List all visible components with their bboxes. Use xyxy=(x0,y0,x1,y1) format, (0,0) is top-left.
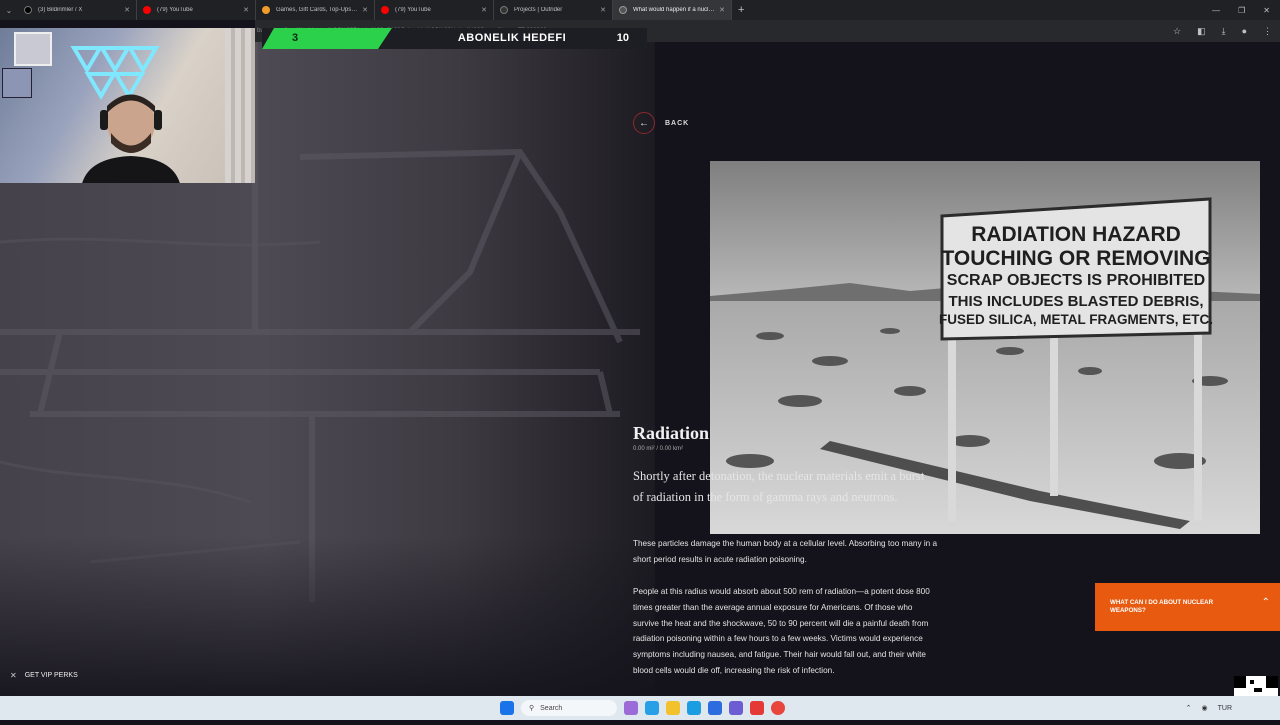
curtain xyxy=(225,28,255,183)
taskbar-search[interactable]: ⚲ Search xyxy=(521,700,617,716)
wall-frame xyxy=(2,68,32,98)
back-label: BACK xyxy=(665,119,690,127)
webcam-overlay xyxy=(0,28,255,183)
nuclear-weapons-cta[interactable]: WHAT CAN I DO ABOUT NUCLEAR WEAPONS? ⌃ xyxy=(1095,583,1280,631)
cta-label: WHAT CAN I DO ABOUT NUCLEAR WEAPONS? xyxy=(1110,599,1214,614)
close-tab-icon[interactable]: ✕ xyxy=(719,6,725,14)
sign-line-4: THIS INCLUDES BLASTED DEBRIS, xyxy=(948,293,1203,310)
tab-label: (3) Bildirimler / X xyxy=(38,7,83,13)
back-button[interactable]: ← BACK xyxy=(633,112,689,134)
file-explorer-icon[interactable] xyxy=(666,701,680,715)
goal-label: ABONELIK HEDEFI xyxy=(457,32,567,44)
toolbar-icons: ☆ ◧ ⤓ ● ⋮ xyxy=(1173,20,1272,42)
wall-poster xyxy=(14,32,52,66)
tab-label: What would happen if a nuclear... xyxy=(633,7,716,13)
close-window-icon[interactable]: ✕ xyxy=(1263,6,1270,15)
tab-label: (79) YouTube xyxy=(395,7,431,13)
window-controls: — ❐ ✕ xyxy=(1212,0,1270,20)
search-icon: ⚲ xyxy=(529,705,535,712)
taskbar-center: ⚲ Search xyxy=(500,696,785,720)
chevron-up-icon[interactable]: ⌃ xyxy=(1186,704,1192,712)
close-tab-icon[interactable]: ✕ xyxy=(124,6,130,14)
windows-start-icon[interactable] xyxy=(500,701,514,715)
map-bottom-fade xyxy=(0,536,655,696)
close-tab-icon[interactable]: ✕ xyxy=(600,6,606,14)
close-tab-icon[interactable]: ✕ xyxy=(362,6,368,14)
outrider-favicon-icon xyxy=(500,6,508,14)
store-favicon-icon xyxy=(262,6,270,14)
youtube-favicon-icon xyxy=(381,6,389,14)
goal-current-count: 3 xyxy=(292,32,299,44)
app-icon[interactable] xyxy=(750,701,764,715)
store-icon[interactable] xyxy=(708,701,722,715)
section-area-stat: 0.00 mi² / 0.00 km² xyxy=(633,446,684,452)
vip-perks-button[interactable]: ✕ GET VIP PERKS xyxy=(10,671,78,680)
vip-perks-label: GET VIP PERKS xyxy=(24,672,78,679)
close-tab-icon[interactable]: ✕ xyxy=(481,6,487,14)
browser-tab-active[interactable]: What would happen if a nuclear... ✕ xyxy=(613,0,732,20)
outrider-favicon-icon xyxy=(619,6,627,14)
subscription-goal-bar: 3 ABONELIK HEDEFI 10 xyxy=(262,28,647,49)
streamer-figure xyxy=(82,94,180,183)
app-icon[interactable] xyxy=(729,701,743,715)
widgets-icon[interactable] xyxy=(624,701,638,715)
copilot-icon[interactable] xyxy=(645,701,659,715)
close-icon[interactable]: ✕ xyxy=(10,671,17,680)
edge-icon[interactable] xyxy=(687,701,701,715)
goal-progress-fill xyxy=(262,28,392,49)
chrome-icon[interactable] xyxy=(771,701,785,715)
extensions-icon[interactable]: ◧ xyxy=(1197,26,1206,37)
browser-tab[interactable]: Games, Gift Cards, Top-Ups & More ✕ xyxy=(256,0,375,20)
section-title: Radiation xyxy=(633,423,710,443)
sign-line-1: RADIATION HAZARD xyxy=(971,223,1181,246)
browser-tab[interactable]: Projects | Outrider ✕ xyxy=(494,0,613,20)
network-icon[interactable]: ◉ xyxy=(1202,704,1208,712)
sign-line-5: FUSED SILICA, METAL FRAGMENTS, ETC. xyxy=(939,312,1213,327)
minimize-icon[interactable]: — xyxy=(1212,6,1220,15)
tab-label: (79) YouTube xyxy=(157,7,193,13)
tab-search-icon[interactable]: ⌄ xyxy=(0,0,18,20)
close-tab-icon[interactable]: ✕ xyxy=(243,6,249,14)
youtube-favicon-icon xyxy=(143,6,151,14)
goal-target-count: 10 xyxy=(616,32,629,44)
arrow-left-icon: ← xyxy=(633,112,655,134)
tab-label: Projects | Outrider xyxy=(514,7,563,13)
profile-icon[interactable]: ● xyxy=(1242,26,1247,36)
sign-line-3: SCRAP OBJECTS IS PROHIBITED xyxy=(947,272,1205,289)
windows-taskbar: ⚲ Search ⌃ ◉ TUR xyxy=(0,696,1280,720)
new-tab-button[interactable]: + xyxy=(738,4,744,16)
browser-tab[interactable]: (3) Bildirimler / X ✕ xyxy=(18,0,137,20)
maximize-icon[interactable]: ❐ xyxy=(1238,6,1245,15)
browser-tab[interactable]: (79) YouTube ✕ xyxy=(375,0,494,20)
chevron-up-icon: ⌃ xyxy=(1261,597,1270,608)
sign-line-2: TOUCHING OR REMOVING xyxy=(941,247,1210,270)
browser-tab-strip: ⌄ (3) Bildirimler / X ✕ (79) YouTube ✕ G… xyxy=(0,0,1280,20)
system-tray: ⌃ ◉ TUR xyxy=(1186,696,1232,720)
language-indicator[interactable]: TUR xyxy=(1218,705,1232,712)
tab-label: Games, Gift Cards, Top-Ups & More xyxy=(276,7,358,13)
taskbar-search-label: Search xyxy=(540,704,563,712)
lead-paragraph: Shortly after detonation, the nuclear ma… xyxy=(633,469,925,504)
download-icon[interactable]: ⤓ xyxy=(1222,26,1226,37)
body-paragraph: These particles damage the human body at… xyxy=(633,539,938,564)
body-paragraph: People at this radius would absorb about… xyxy=(633,587,930,675)
bookmark-star-icon[interactable]: ☆ xyxy=(1173,26,1181,37)
browser-tab[interactable]: (79) YouTube ✕ xyxy=(137,0,256,20)
menu-dots-icon[interactable]: ⋮ xyxy=(1263,26,1272,37)
x-favicon-icon xyxy=(24,6,32,14)
tabs-container: (3) Bildirimler / X ✕ (79) YouTube ✕ Gam… xyxy=(18,0,732,20)
